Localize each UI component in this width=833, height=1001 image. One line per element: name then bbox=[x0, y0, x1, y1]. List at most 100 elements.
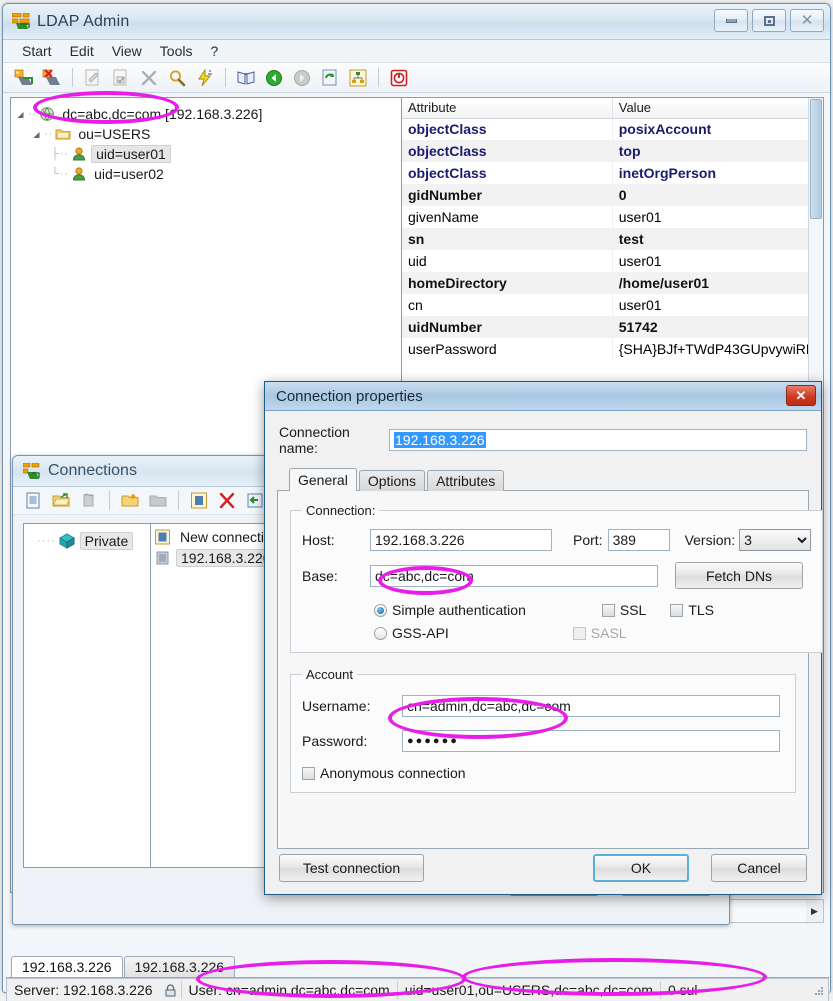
new-connection-icon[interactable] bbox=[20, 489, 46, 513]
expander-collapse-icon[interactable]: ◢ bbox=[31, 129, 42, 140]
port-label: Port: bbox=[573, 532, 603, 548]
connect-icon[interactable] bbox=[11, 66, 37, 90]
version-select[interactable]: 3 bbox=[739, 529, 812, 551]
maximize-icon bbox=[763, 15, 775, 26]
search-icon[interactable] bbox=[164, 66, 190, 90]
connection-name-input[interactable]: 192.168.3.226 bbox=[389, 429, 807, 451]
power-icon[interactable] bbox=[386, 66, 412, 90]
gss-api-label[interactable]: GSS-API bbox=[392, 625, 449, 641]
fetch-dns-button[interactable]: Fetch DNs bbox=[675, 562, 803, 589]
table-row[interactable]: cn user01 bbox=[402, 294, 823, 316]
dialog-titlebar: Connection properties ✕ bbox=[265, 382, 821, 411]
dialog-body: Connection name: 192.168.3.226 General O… bbox=[265, 411, 824, 859]
checkbox-ssl[interactable] bbox=[601, 603, 615, 617]
tree-node-label[interactable]: uid=user01 bbox=[91, 145, 171, 163]
checkbox-anonymous-connection[interactable] bbox=[302, 766, 315, 780]
radio-gss-api[interactable] bbox=[374, 626, 387, 640]
menu-help[interactable]: ? bbox=[201, 41, 227, 61]
menu-tools[interactable]: Tools bbox=[151, 41, 202, 61]
host-input[interactable]: 192.168.3.226 bbox=[370, 529, 552, 551]
test-connection-button[interactable]: Test connection bbox=[279, 854, 424, 882]
list-item-label[interactable]: 192.168.3.226 bbox=[176, 548, 276, 567]
base-input[interactable]: dc=abc,dc=com bbox=[370, 564, 658, 587]
close-icon: ✕ bbox=[800, 11, 814, 29]
dialog-ok-button[interactable]: OK bbox=[593, 854, 689, 882]
column-header-attribute[interactable]: Attribute bbox=[402, 98, 613, 119]
column-header-value[interactable]: Value bbox=[612, 98, 823, 119]
tab-options[interactable]: Options bbox=[358, 470, 426, 491]
connections-groups-list[interactable]: ···· Private bbox=[23, 523, 151, 868]
tree-node-user02[interactable]: └·· uid=user02 bbox=[15, 164, 401, 184]
back-icon[interactable] bbox=[261, 66, 287, 90]
tree-node-label[interactable]: uid=user02 bbox=[91, 166, 167, 182]
window-controls: ✕ bbox=[714, 9, 824, 32]
screen: LDAP Admin ✕ Start Edit View Tools ? ◢ ·… bbox=[0, 0, 833, 1001]
tree-node-root[interactable]: ◢ ·· dc=abc,dc=com [192.168.3.226] bbox=[15, 104, 401, 124]
attr-key: uidNumber bbox=[402, 316, 613, 338]
port-input[interactable]: 389 bbox=[607, 529, 670, 551]
close-button[interactable]: ✕ bbox=[790, 9, 824, 32]
dialog-close-button[interactable]: ✕ bbox=[786, 385, 816, 406]
table-row[interactable]: userPassword {SHA}BJf+TWdP43GUpvywiRPIlu… bbox=[402, 338, 823, 360]
table-row[interactable]: gidNumber 0 bbox=[402, 184, 823, 206]
anonymous-connection-label[interactable]: Anonymous connection bbox=[320, 765, 466, 781]
ldap-tree: ◢ ·· dc=abc,dc=com [192.168.3.226] ◢ ·· … bbox=[11, 98, 401, 184]
table-row[interactable]: objectClass top bbox=[402, 140, 823, 162]
list-item-label[interactable]: Private bbox=[79, 531, 134, 550]
schema-icon[interactable] bbox=[233, 66, 259, 90]
table-row[interactable]: objectClass inetOrgPerson bbox=[402, 162, 823, 184]
resize-grip-icon[interactable] bbox=[813, 984, 825, 996]
minimize-button[interactable] bbox=[714, 9, 748, 32]
tab-attributes[interactable]: Attributes bbox=[427, 470, 505, 491]
table-row[interactable]: uid user01 bbox=[402, 250, 823, 272]
checkbox-sasl bbox=[572, 626, 586, 640]
table-row[interactable]: givenName user01 bbox=[402, 206, 823, 228]
table-row[interactable]: uidNumber 51742 bbox=[402, 316, 823, 338]
scrollbar-thumb[interactable] bbox=[810, 99, 822, 219]
tree-node-user01[interactable]: ├·· uid=user01 bbox=[15, 144, 401, 164]
table-row[interactable]: homeDirectory /home/user01 bbox=[402, 272, 823, 294]
table-row[interactable]: sn test bbox=[402, 228, 823, 250]
simple-authentication-label[interactable]: Simple authentication bbox=[392, 602, 526, 618]
expander-collapse-icon[interactable]: ◢ bbox=[15, 109, 26, 120]
password-input[interactable]: ●●●●●● bbox=[402, 730, 780, 752]
tree-icon[interactable] bbox=[345, 66, 371, 90]
menu-start[interactable]: Start bbox=[13, 41, 61, 61]
refresh-icon[interactable] bbox=[317, 66, 343, 90]
dialog-title: Connection properties bbox=[276, 387, 423, 405]
tree-node-ou[interactable]: ◢ ·· ou=USERS bbox=[15, 124, 401, 144]
maximize-button[interactable] bbox=[752, 9, 786, 32]
table-row[interactable]: objectClass posixAccount bbox=[402, 118, 823, 140]
ssl-label[interactable]: SSL bbox=[620, 602, 646, 618]
delete-folder-icon bbox=[145, 489, 171, 513]
menu-view[interactable]: View bbox=[103, 41, 151, 61]
tab-general[interactable]: General bbox=[289, 468, 357, 491]
menu-edit[interactable]: Edit bbox=[61, 41, 103, 61]
private-cube-icon bbox=[58, 532, 76, 549]
status-subentries: 0 sul bbox=[667, 982, 698, 998]
attr-value: user01 bbox=[612, 206, 823, 228]
save-entry-icon bbox=[108, 66, 134, 90]
forward-icon bbox=[289, 66, 315, 90]
tab-connection-2[interactable]: 192.168.3.226 bbox=[123, 956, 236, 977]
list-item[interactable]: ···· Private bbox=[24, 530, 150, 551]
checkbox-tls[interactable] bbox=[670, 603, 684, 617]
tls-label[interactable]: TLS bbox=[688, 602, 714, 618]
remove-icon[interactable] bbox=[214, 489, 240, 513]
disconnect-icon[interactable] bbox=[39, 66, 65, 90]
open-connection-icon[interactable] bbox=[48, 489, 74, 513]
new-folder-icon[interactable] bbox=[117, 489, 143, 513]
auth-simple-row: Simple authentication SSL TLS bbox=[302, 602, 811, 618]
tab-connection-1[interactable]: 192.168.3.226 bbox=[11, 956, 123, 977]
dialog-cancel-button[interactable]: Cancel bbox=[711, 854, 807, 882]
username-input[interactable]: cn=admin,dc=abc,dc=com bbox=[402, 695, 780, 717]
run-icon[interactable] bbox=[192, 66, 218, 90]
tree-node-label[interactable]: ou=USERS bbox=[75, 126, 153, 142]
tree-node-label[interactable]: dc=abc,dc=com [192.168.3.226] bbox=[59, 106, 265, 122]
attr-value: posixAccount bbox=[612, 118, 823, 140]
delete-entry-icon bbox=[136, 66, 162, 90]
host-row: Host: 192.168.3.226 Port: 389 Version: 3 bbox=[302, 529, 812, 551]
connect-icon[interactable] bbox=[186, 489, 212, 513]
arrow-right-icon[interactable]: ▶ bbox=[806, 900, 823, 922]
radio-simple-authentication[interactable] bbox=[374, 603, 387, 617]
